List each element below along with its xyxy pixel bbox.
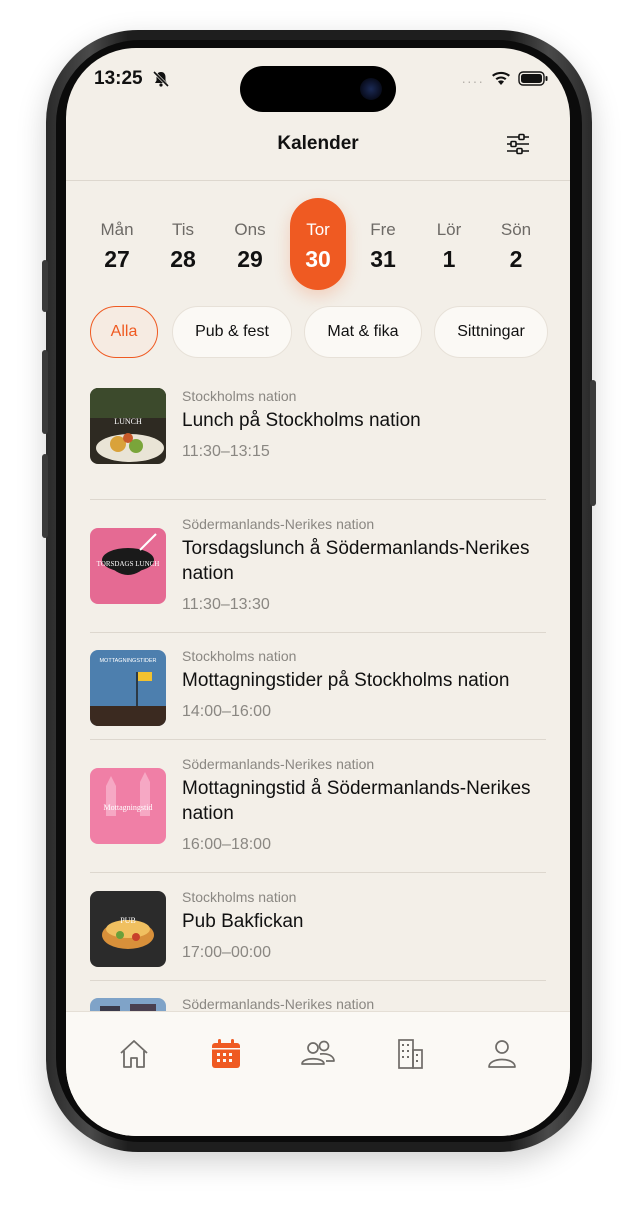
event-nation: Södermanlands-Nerikes nation xyxy=(182,996,375,1012)
event-nation: Stockholms nation xyxy=(182,648,297,664)
event-item[interactable]: MOTTAGNINGSTIDER Stockholms nation Motta… xyxy=(90,648,546,738)
filter-settings-button[interactable] xyxy=(504,130,532,158)
building-icon xyxy=(398,1039,423,1069)
tab-nations[interactable] xyxy=(390,1034,430,1074)
tab-profile[interactable] xyxy=(482,1034,522,1074)
event-nation: Stockholms nation xyxy=(182,889,297,905)
event-item[interactable]: PUB Stockholms nation Pub Bakfickan 17:0… xyxy=(90,889,546,979)
event-thumbnail: Mottagningstid xyxy=(90,768,166,844)
event-title: Pub Bakfickan xyxy=(182,911,304,932)
people-icon xyxy=(301,1040,335,1065)
day-thu-selected[interactable]: Tor 30 xyxy=(290,198,346,290)
day-mon[interactable]: Mån 27 xyxy=(89,198,145,290)
chip-all[interactable]: Alla xyxy=(90,306,158,358)
day-name: Lör xyxy=(436,220,462,239)
event-item[interactable]: LUNCH Stockholms nation Lunch på Stockho… xyxy=(90,388,546,484)
event-nation: Södermanlands-Nerikes nation xyxy=(182,516,375,532)
event-thumbnail: LUNCH xyxy=(90,388,166,464)
wifi-icon xyxy=(490,70,512,91)
thumb-text: TORSDAGS LUNCH xyxy=(97,560,160,568)
event-time: 11:30–13:15 xyxy=(182,443,270,460)
event-thumbnail: MOTTAGNINGSTIDER xyxy=(90,650,166,726)
event-item[interactable]: TORSDAGS LUNCH Södermanlands-Nerikes nat… xyxy=(90,516,546,626)
status-time: 13:25 xyxy=(94,68,143,89)
event-time: 17:00–00:00 xyxy=(182,944,271,961)
chip-pub-fest[interactable]: Pub & fest xyxy=(172,306,292,358)
volume-down-button xyxy=(42,454,48,538)
day-number: 27 xyxy=(104,246,130,272)
cellular-signal-icon: ···· xyxy=(461,72,484,89)
page-title: Kalender xyxy=(277,133,359,154)
day-wed[interactable]: Ons 29 xyxy=(222,198,278,290)
list-divider xyxy=(90,872,546,873)
list-divider xyxy=(90,632,546,633)
day-name: Fre xyxy=(370,220,396,239)
event-time: 11:30–13:30 xyxy=(182,596,270,613)
day-sun[interactable]: Sön 2 xyxy=(488,198,544,290)
list-divider xyxy=(90,499,546,500)
power-button xyxy=(590,380,596,506)
day-number: 29 xyxy=(237,246,263,272)
action-button xyxy=(42,260,48,312)
calendar-icon xyxy=(212,1039,240,1068)
camera-icon xyxy=(360,78,382,100)
thumb-text: LUNCH xyxy=(114,417,142,426)
event-title: Mottagningstider på Stockholms nation xyxy=(182,670,510,691)
day-name: Sön xyxy=(500,220,532,239)
day-tue[interactable]: Tis 28 xyxy=(155,198,211,290)
event-nation: Södermanlands-Nerikes nation xyxy=(182,756,375,772)
list-divider xyxy=(90,739,546,740)
volume-up-button xyxy=(42,350,48,434)
day-name: Tor xyxy=(306,220,330,239)
list-divider xyxy=(90,980,546,981)
tab-calendar[interactable] xyxy=(206,1034,246,1074)
event-item[interactable]: Mottagningstid Södermanlands-Nerikes nat… xyxy=(90,756,546,866)
day-number: 30 xyxy=(305,246,331,272)
day-number: 28 xyxy=(170,246,196,272)
app-screen: 13:25 ···· Kalender Mån 27 Tis 28 Ons 29… xyxy=(66,48,570,1136)
sliders-icon xyxy=(507,133,529,155)
day-number: 1 xyxy=(442,246,456,272)
day-sat[interactable]: Lör 1 xyxy=(421,198,477,290)
day-number: 31 xyxy=(370,246,396,272)
event-thumbnail: PUB xyxy=(90,891,166,967)
day-name: Tis xyxy=(171,220,195,239)
category-filter-chips: Alla Pub & fest Mat & fika Sittningar xyxy=(90,306,570,362)
day-number: 2 xyxy=(509,246,523,272)
event-nation: Stockholms nation xyxy=(182,388,297,404)
event-title: Mottagningstid å Södermanlands-Nerikes n… xyxy=(182,778,531,824)
day-name: Ons xyxy=(234,220,266,239)
event-time: 16:00–18:00 xyxy=(182,836,271,853)
person-icon xyxy=(488,1040,516,1068)
status-bar: 13:25 ···· xyxy=(66,48,570,112)
event-thumbnail: TORSDAGS LUNCH xyxy=(90,528,166,604)
event-title: Torsdagslunch å Södermanlands-Nerikes na… xyxy=(182,538,530,584)
chip-sittningar[interactable]: Sittningar xyxy=(434,306,548,358)
tab-home[interactable] xyxy=(114,1034,154,1074)
tab-people[interactable] xyxy=(298,1034,338,1074)
week-day-selector: Mån 27 Tis 28 Ons 29 Tor 30 Fre 31 Lör 1… xyxy=(84,198,552,292)
battery-icon xyxy=(518,70,548,91)
day-fri[interactable]: Fre 31 xyxy=(355,198,411,290)
day-name: Mån xyxy=(100,220,134,239)
dynamic-island xyxy=(240,66,396,112)
bottom-tab-bar xyxy=(66,1011,570,1136)
home-icon xyxy=(120,1040,148,1068)
bell-muted-icon xyxy=(152,70,170,93)
event-time: 14:00–16:00 xyxy=(182,703,271,720)
event-title: Lunch på Stockholms nation xyxy=(182,410,421,431)
thumb-text: MOTTAGNINGSTIDER xyxy=(99,658,156,664)
chip-mat-fika[interactable]: Mat & fika xyxy=(304,306,422,358)
thumb-text: Mottagningstid xyxy=(104,803,153,812)
thumb-text: PUB xyxy=(120,916,136,925)
app-header: Kalender xyxy=(66,124,570,181)
status-indicators: ···· xyxy=(461,70,548,91)
